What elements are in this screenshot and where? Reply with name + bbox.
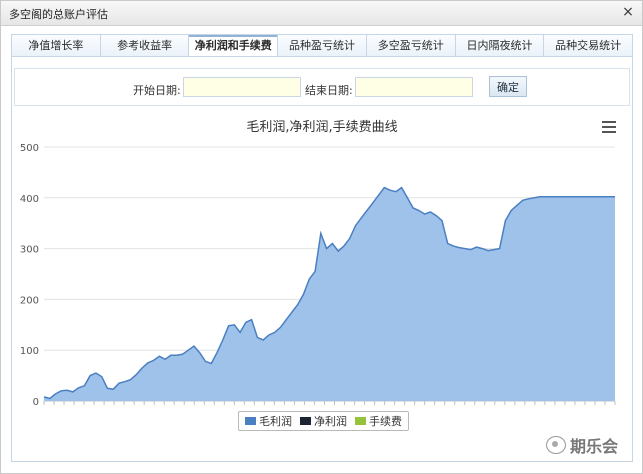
chart-container: 毛利润,净利润,手续费曲线 0 100 200 300 400 500 毛利润 净利润 手续… xyxy=(12,113,632,461)
close-icon[interactable]: × xyxy=(620,4,636,20)
tab-net-value-growth[interactable]: 净值增长率 xyxy=(12,35,101,57)
tab-intraday-overnight[interactable]: 日内隔夜统计 xyxy=(456,35,545,57)
confirm-button[interactable]: 确定 xyxy=(489,76,527,97)
watermark: 期乐会 xyxy=(546,433,618,457)
tab-net-profit-fees[interactable]: 净利润和手续费 xyxy=(189,35,279,57)
tab-panel: 开始日期: 结束日期: 确定 毛利润,净利润,手续费曲线 0 100 200 300 40… xyxy=(11,56,633,462)
tab-reference-return[interactable]: 参考收益率 xyxy=(101,35,190,57)
hamburger-menu-icon[interactable] xyxy=(602,121,616,133)
y-tick-label: 100 xyxy=(20,346,39,357)
y-tick-label: 200 xyxy=(20,295,39,306)
account-evaluation-window: 多空阁的总账户评估 × 净值增长率 参考收益率 净利润和手续费 品种盈亏统计 多… xyxy=(0,0,643,474)
tab-product-pnl[interactable]: 品种盈亏统计 xyxy=(278,35,367,57)
start-date-label: 开始日期: xyxy=(133,84,181,97)
legend-item-net-profit[interactable]: 净利润 xyxy=(300,413,347,429)
legend-swatch xyxy=(300,417,311,425)
chart-title: 毛利润,净利润,手续费曲线 xyxy=(246,120,397,135)
series-area-0 xyxy=(44,187,615,401)
date-filter-bar: 开始日期: 结束日期: 确定 xyxy=(14,68,630,106)
y-tick-label: 0 xyxy=(33,397,39,408)
wechat-logo-icon xyxy=(546,436,566,454)
tab-bar: 净值增长率 参考收益率 净利润和手续费 品种盈亏统计 多空盈亏统计 日内隔夜统计… xyxy=(11,34,633,57)
legend-label: 手续费 xyxy=(369,415,402,428)
chart-legend: 毛利润 净利润 手续费 xyxy=(238,411,409,431)
legend-item-fees[interactable]: 手续费 xyxy=(355,413,402,429)
y-tick-label: 300 xyxy=(20,245,39,256)
legend-swatch xyxy=(355,417,366,425)
end-date-label: 结束日期: xyxy=(305,84,353,97)
y-tick-label: 500 xyxy=(20,143,39,154)
end-date-input[interactable] xyxy=(355,77,473,97)
profit-fee-chart: 毛利润,净利润,手续费曲线 0 100 200 300 400 500 xyxy=(20,120,616,408)
legend-label: 净利润 xyxy=(314,415,347,428)
tab-product-trading[interactable]: 品种交易统计 xyxy=(544,35,632,57)
tab-long-short-pnl[interactable]: 多空盈亏统计 xyxy=(367,35,456,57)
watermark-text: 期乐会 xyxy=(570,437,619,456)
start-date-input[interactable] xyxy=(183,77,301,97)
window-title: 多空阁的总账户评估 xyxy=(9,8,108,21)
title-bar[interactable]: 多空阁的总账户评估 × xyxy=(1,1,642,26)
y-tick-label: 400 xyxy=(20,194,39,205)
legend-item-gross-profit[interactable]: 毛利润 xyxy=(245,413,292,429)
legend-swatch xyxy=(245,417,256,425)
legend-label: 毛利润 xyxy=(259,415,292,428)
